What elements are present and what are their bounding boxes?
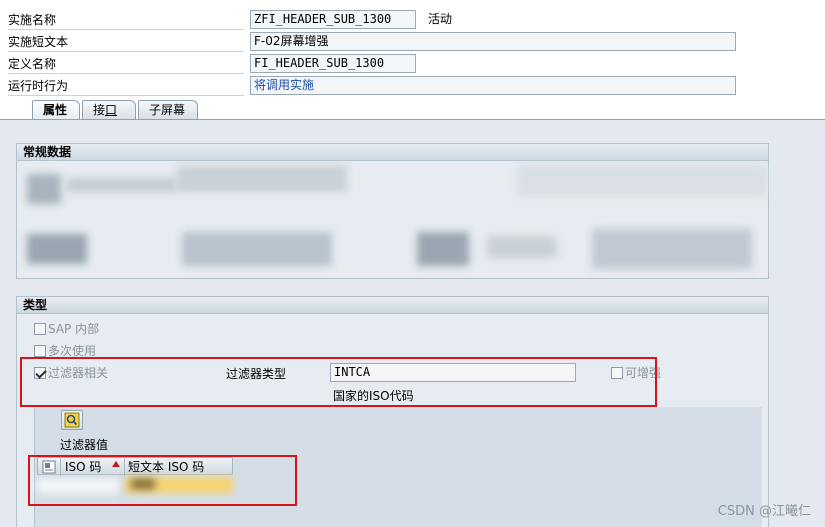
sap-internal-checkbox-row[interactable]: SAP 内部 — [34, 320, 99, 338]
impl-short-text-row: 实施短文本 F-02屏幕增强 — [0, 32, 825, 52]
definition-name-row: 定义名称 FI_HEADER_SUB_1300 — [0, 54, 825, 74]
sap-internal-checkbox[interactable] — [34, 323, 46, 335]
impl-name-field[interactable]: ZFI_HEADER_SUB_1300 — [250, 10, 416, 29]
filter-values-label: 过滤器值 — [60, 438, 109, 452]
definition-name-field[interactable]: FI_HEADER_SUB_1300 — [250, 54, 416, 73]
general-data-title: 常规数据 — [17, 144, 768, 161]
tab-attributes-label: 属性 — [43, 103, 68, 117]
tab-subscreen[interactable]: 子屏幕 — [138, 100, 198, 120]
tab-strip: 属性 接口 子屏幕 — [0, 100, 825, 120]
runtime-behavior-label: 运行时行为 — [8, 76, 244, 96]
watermark: CSDN @江曦仁 — [717, 504, 811, 519]
magnifier-icon — [64, 412, 80, 428]
impl-name-row: 实施名称 ZFI_HEADER_SUB_1300 活动 — [0, 10, 825, 30]
general-data-group: 常规数据 — [16, 143, 769, 279]
multiple-use-checkbox[interactable] — [34, 345, 46, 357]
impl-short-text-label: 实施短文本 — [8, 32, 244, 52]
type-group-title: 类型 — [17, 297, 768, 314]
tab-subscreen-label: 子屏幕 — [149, 103, 186, 117]
definition-name-label: 定义名称 — [8, 54, 244, 74]
tab-interface-label-prefix: 接 — [93, 103, 106, 117]
tab-content: 常规数据 类型 SAP 内部 多次使用 过滤器相关 过滤器类型 INTCA 国家… — [0, 119, 825, 527]
impl-status-text: 活动 — [428, 12, 453, 26]
tab-interface-label-underlined: 口 — [105, 103, 118, 117]
sap-internal-label: SAP 内部 — [48, 322, 100, 336]
impl-name-label: 实施名称 — [8, 10, 244, 30]
tab-interface[interactable]: 接口 — [82, 100, 136, 120]
filter-search-button[interactable] — [61, 410, 83, 430]
runtime-behavior-field[interactable]: 将调用实施 — [250, 76, 736, 95]
impl-short-text-field[interactable]: F-02屏幕增强 — [250, 32, 736, 51]
table-highlight-box — [28, 455, 297, 506]
runtime-behavior-row: 运行时行为 将调用实施 — [0, 76, 825, 96]
filter-highlight-box — [20, 357, 657, 407]
tab-attributes[interactable]: 属性 — [32, 100, 80, 120]
